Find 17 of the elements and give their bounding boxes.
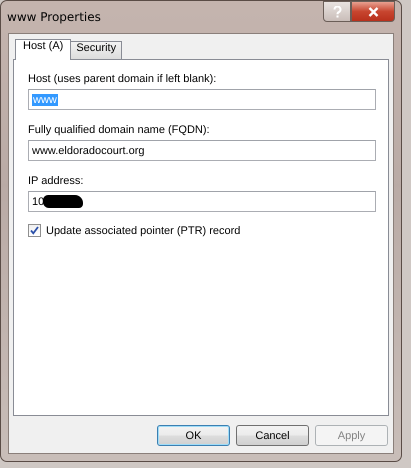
checkbox[interactable] [28,224,41,237]
help-icon [332,6,342,18]
help-button[interactable] [323,1,351,22]
input-field[interactable]: www.eldoradocourt.org [28,140,376,161]
field-label: IP address: [28,175,84,187]
field-label: Fully qualified domain name (FQDN): [28,124,211,136]
dialog-button[interactable]: Cancel [236,425,309,446]
tab[interactable]: Host (A) [15,39,72,60]
field-label: Host (uses parent domain if left blank): [28,73,218,85]
field-value: www.eldoradocourt.org [32,144,145,156]
field-value: www [32,94,58,106]
dialog-button[interactable]: OK [157,425,230,446]
checkbox-label: Update associated pointer (PTR) record [46,224,240,236]
close-button[interactable] [351,1,395,22]
tab[interactable]: Security [70,41,122,59]
window-title: www Properties [7,10,101,24]
close-icon [368,6,378,16]
